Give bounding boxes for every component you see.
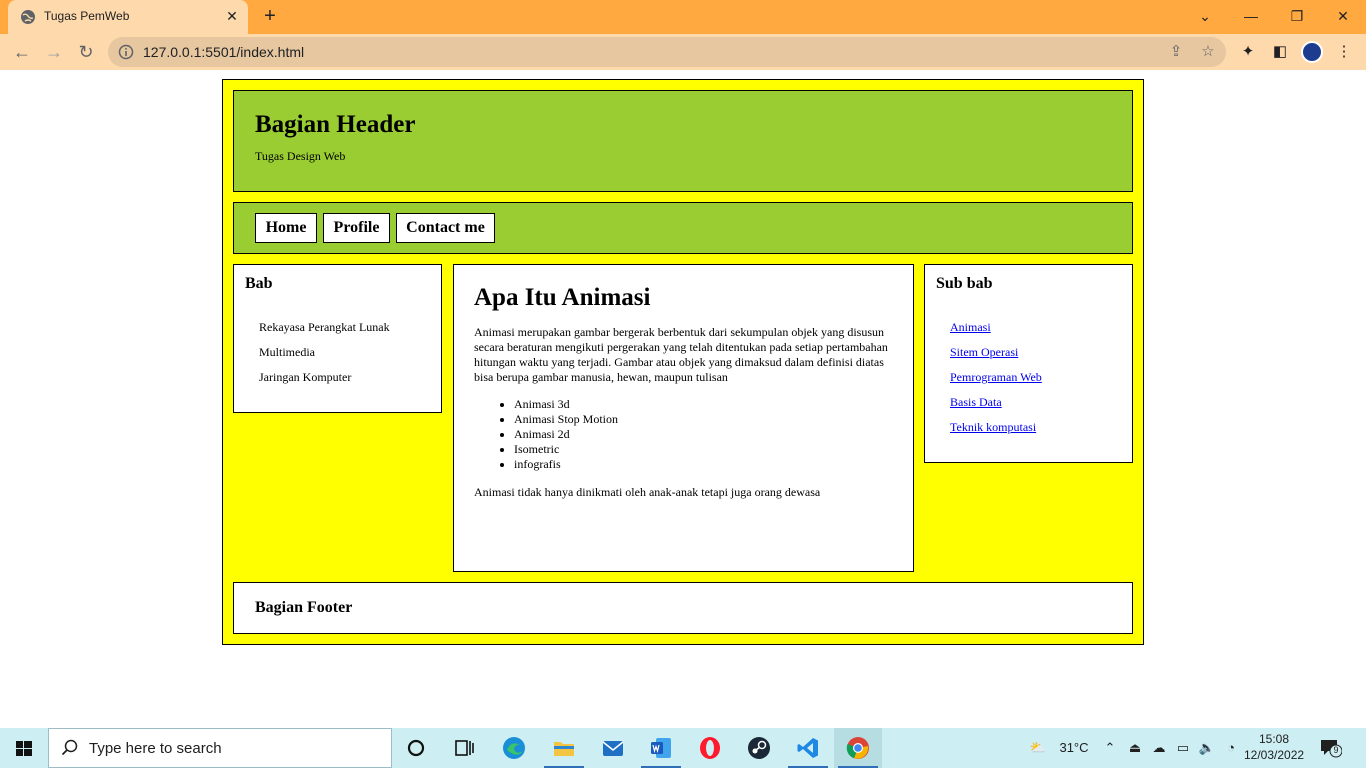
subbab-link-basis-data[interactable]: Basis Data bbox=[950, 395, 1002, 409]
taskbar-clock[interactable]: 15:08 12/03/2022 bbox=[1244, 731, 1304, 763]
globe-icon bbox=[21, 10, 35, 24]
task-view-button[interactable] bbox=[440, 728, 488, 768]
page-footer: Bagian Footer bbox=[233, 582, 1133, 634]
site-info-icon[interactable] bbox=[118, 44, 134, 60]
side-panel-icon[interactable]: ◧ bbox=[1269, 41, 1291, 63]
hardware-icon[interactable]: ⏏ bbox=[1125, 728, 1145, 768]
left-sidebar-title: Bab bbox=[245, 275, 273, 292]
weather-temperature[interactable]: 31°C bbox=[1054, 728, 1094, 768]
taskbar-opera[interactable] bbox=[686, 728, 734, 768]
search-placeholder: Type here to search bbox=[89, 740, 222, 757]
list-item: Animasi 2d bbox=[514, 427, 618, 442]
nav-contact-button[interactable]: Contact me bbox=[396, 213, 495, 243]
left-sidebar-item: Rekayasa Perangkat Lunak bbox=[259, 320, 390, 334]
main-article: Apa Itu Animasi Animasi merupakan gambar… bbox=[453, 264, 914, 572]
vscode-icon bbox=[797, 738, 818, 758]
taskbar-search-box[interactable]: Type here to search bbox=[48, 728, 392, 768]
back-icon[interactable]: ← bbox=[10, 40, 34, 64]
address-bar[interactable]: 127.0.0.1:5501/index.html ⇪ ☆ bbox=[108, 37, 1226, 67]
cortana-button[interactable] bbox=[392, 728, 440, 768]
opera-icon bbox=[700, 737, 720, 759]
weather-icon[interactable]: ⛅ bbox=[1024, 728, 1052, 768]
nav-home-button[interactable]: Home bbox=[255, 213, 317, 243]
article-title: Apa Itu Animasi bbox=[474, 284, 651, 311]
header-title: Bagian Header bbox=[255, 111, 416, 138]
close-window-icon[interactable]: ✕ bbox=[1329, 4, 1357, 28]
subbab-link-teknik-komputasi[interactable]: Teknik komputasi bbox=[950, 420, 1036, 434]
steam-icon bbox=[748, 737, 770, 759]
tab-title: Tugas PemWeb bbox=[44, 9, 130, 23]
nav-profile-button[interactable]: Profile bbox=[323, 213, 390, 243]
extensions-icon[interactable]: ✦ bbox=[1237, 41, 1259, 63]
edge-icon bbox=[503, 737, 525, 759]
taskbar-chrome[interactable] bbox=[834, 728, 882, 768]
task-view-icon bbox=[455, 740, 474, 756]
list-item: Isometric bbox=[514, 442, 618, 457]
tab-search-icon[interactable]: ⌄ bbox=[1191, 4, 1219, 28]
share-icon[interactable]: ⇪ bbox=[1166, 42, 1186, 62]
menu-kebab-icon[interactable]: ⋮ bbox=[1333, 41, 1355, 63]
cortana-circle-icon bbox=[407, 739, 425, 757]
url-text[interactable]: 127.0.0.1:5501/index.html bbox=[143, 44, 304, 60]
taskbar-word[interactable] bbox=[637, 728, 685, 768]
browser-tab[interactable]: Tugas PemWeb ✕ bbox=[8, 0, 248, 34]
taskbar-vscode[interactable] bbox=[784, 728, 832, 768]
chevron-up-icon[interactable]: ⌃ bbox=[1100, 728, 1120, 768]
page-header: Bagian Header Tugas Design Web bbox=[233, 90, 1133, 192]
clock-date: 12/03/2022 bbox=[1244, 748, 1305, 762]
battery-icon[interactable]: ▭ bbox=[1172, 728, 1194, 768]
right-sidebar-title: Sub bab bbox=[936, 275, 993, 292]
right-sidebar: Sub bab Animasi Sitem Operasi Pemrograma… bbox=[924, 264, 1133, 463]
taskbar-edge[interactable] bbox=[490, 728, 538, 768]
subbab-link-animasi[interactable]: Animasi bbox=[950, 320, 991, 334]
clock-time: 15:08 bbox=[1258, 732, 1290, 746]
article-closing-paragraph: Animasi tidak hanya dinikmati oleh anak-… bbox=[474, 485, 821, 499]
restore-icon[interactable]: ❐ bbox=[1283, 4, 1311, 28]
reload-icon[interactable]: ↻ bbox=[74, 40, 98, 64]
volume-icon[interactable]: 🔈 bbox=[1196, 728, 1218, 768]
browser-toolbar: ← → ↻ 127.0.0.1:5501/index.html ⇪ ☆ ✦ ◧ … bbox=[0, 34, 1366, 70]
notification-count: 9 bbox=[1333, 745, 1339, 755]
left-sidebar-item: Multimedia bbox=[259, 345, 315, 359]
taskbar-steam[interactable] bbox=[735, 728, 783, 768]
browser-tab-strip: Tugas PemWeb ✕ + ⌄ — ❐ ✕ bbox=[0, 0, 1366, 34]
taskbar-mail[interactable] bbox=[589, 728, 637, 768]
nav-bar: Home Profile Contact me bbox=[233, 202, 1133, 254]
list-item: Animasi 3d bbox=[514, 397, 618, 412]
close-tab-icon[interactable]: ✕ bbox=[224, 8, 240, 24]
taskbar-file-explorer[interactable] bbox=[540, 728, 588, 768]
folder-icon bbox=[554, 742, 574, 756]
word-icon bbox=[651, 738, 671, 758]
profile-avatar[interactable] bbox=[1301, 41, 1323, 63]
minimize-icon[interactable]: — bbox=[1237, 4, 1265, 28]
page-container: Bagian Header Tugas Design Web Home Prof… bbox=[222, 79, 1144, 645]
subbab-link-pemrograman-web[interactable]: Pemrograman Web bbox=[950, 370, 1042, 384]
windows-logo-icon bbox=[16, 741, 32, 756]
forward-icon[interactable]: → bbox=[42, 40, 66, 64]
chrome-icon bbox=[846, 737, 869, 759]
header-subtitle: Tugas Design Web bbox=[255, 149, 346, 163]
left-sidebar-item: Jaringan Komputer bbox=[259, 370, 352, 384]
article-paragraph: Animasi merupakan gambar bergerak berben… bbox=[474, 325, 888, 384]
notification-center-button[interactable]: 9 bbox=[1320, 738, 1343, 758]
list-item: infografis bbox=[514, 457, 618, 472]
windows-taskbar: Type here to search ⛅ 31°C ⌃ ⏏ ☁ ▭ 🔈 ◔ 1… bbox=[0, 728, 1366, 768]
list-item: Animasi Stop Motion bbox=[514, 412, 618, 427]
article-list: Animasi 3d Animasi Stop Motion Animasi 2… bbox=[514, 397, 618, 472]
search-icon bbox=[61, 739, 78, 756]
start-button[interactable] bbox=[0, 728, 48, 768]
onedrive-cloud-icon[interactable]: ☁ bbox=[1148, 728, 1170, 768]
new-tab-icon[interactable]: + bbox=[260, 6, 280, 26]
mail-icon bbox=[602, 741, 624, 756]
network-icon[interactable]: ◔ bbox=[1220, 728, 1242, 768]
footer-title: Bagian Footer bbox=[255, 599, 353, 616]
bookmark-star-icon[interactable]: ☆ bbox=[1198, 42, 1218, 62]
left-sidebar: Bab Rekayasa Perangkat Lunak Multimedia … bbox=[233, 264, 442, 413]
subbab-link-sistem-operasi[interactable]: Sitem Operasi bbox=[950, 345, 1018, 359]
